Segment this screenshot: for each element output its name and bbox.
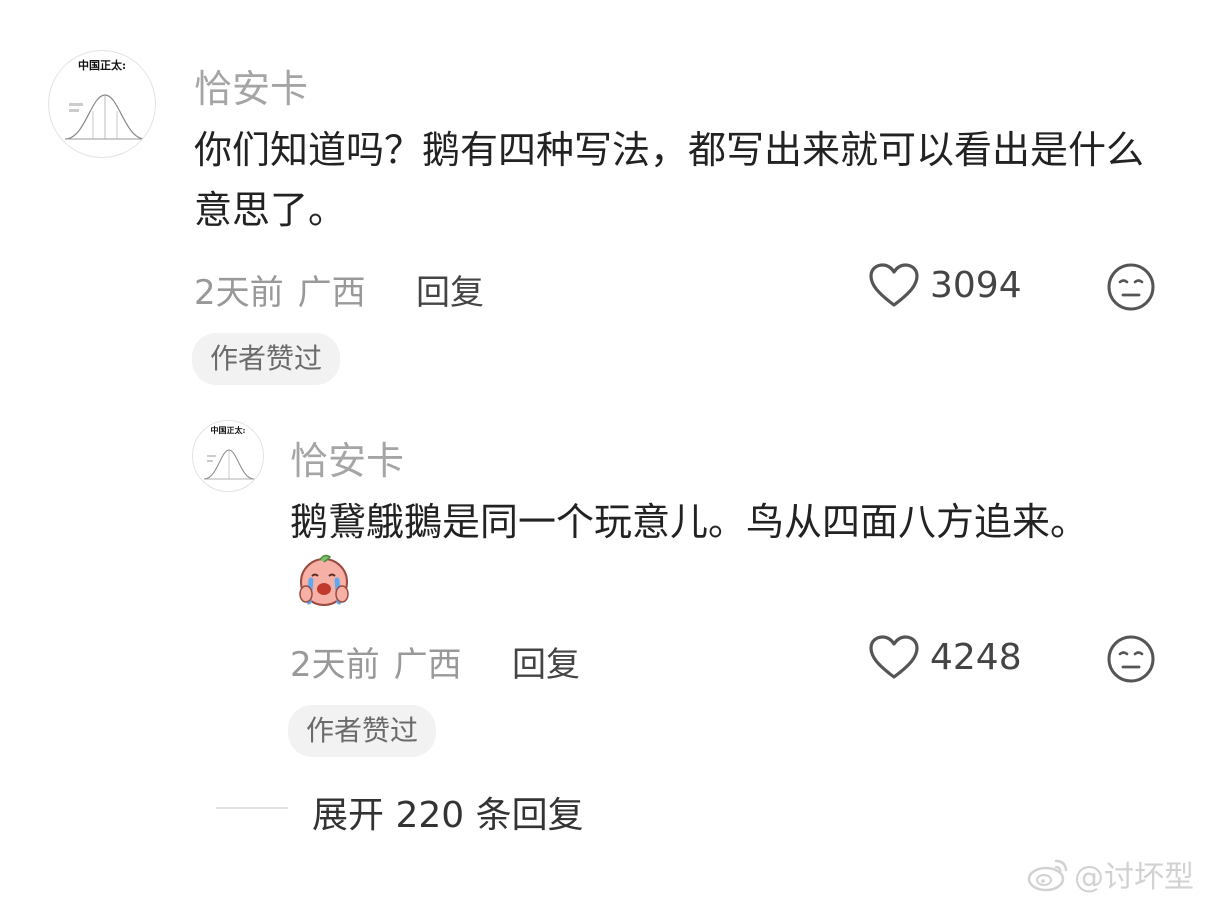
comment-text: 鹅鵞䳘鵝是同一个玩意儿。鸟从四面八方追来。 xyxy=(290,492,1110,613)
avatar-caption: 中国正太: xyxy=(210,425,246,435)
bell-curve-graphic xyxy=(64,94,146,140)
avatar-caption: 中国正太: xyxy=(77,59,127,72)
author-liked-badge: 作者赞过 xyxy=(288,705,437,757)
watermark-text: @讨坏型 xyxy=(1074,860,1194,895)
comment-text: 你们知道吗？鹅有四种写法，都写出来就可以看出是什么意思了。 xyxy=(194,128,1145,232)
watermark: @讨坏型 xyxy=(1026,852,1194,896)
comment-body: 鹅鵞䳘鵝是同一个玩意儿。鸟从四面八方追来。 xyxy=(290,500,1089,544)
avatar[interactable]: 中国正太: xyxy=(48,50,156,158)
comment-meta: 2天前 广西 xyxy=(290,637,462,686)
like-count: 3094 xyxy=(930,264,1022,306)
comment-meta: 2天前 广西 xyxy=(194,265,366,314)
timestamp: 2天前 xyxy=(194,273,284,313)
location: 广西 xyxy=(393,645,462,685)
bell-curve-graphic xyxy=(203,449,255,480)
heart-outline-icon xyxy=(869,635,919,679)
reply-button[interactable]: 回复 xyxy=(512,637,580,686)
comment-thread: 中国正太: 恰安卡 你们知道吗？鹅有四种写法，都写出来就可以看出是什么意思了。 … xyxy=(0,0,1206,904)
avatar[interactable]: 中国正太: xyxy=(192,420,264,492)
meh-face-icon[interactable] xyxy=(1106,262,1156,312)
heart-outline-icon xyxy=(869,263,919,307)
reply-button[interactable]: 回复 xyxy=(416,265,484,314)
location: 广西 xyxy=(297,273,366,313)
username[interactable]: 恰安卡 xyxy=(194,58,308,113)
like-button[interactable]: 3094 xyxy=(868,262,1022,308)
weibo-logo-icon xyxy=(1027,859,1068,892)
crying-face-sticker xyxy=(299,554,349,606)
expand-divider xyxy=(216,807,288,809)
expand-replies-button[interactable]: 展开 220 条回复 xyxy=(312,786,584,838)
like-count: 4248 xyxy=(930,636,1022,678)
username[interactable]: 恰安卡 xyxy=(290,430,404,485)
like-button[interactable]: 4248 xyxy=(868,634,1022,680)
timestamp: 2天前 xyxy=(290,645,380,685)
meh-face-icon[interactable] xyxy=(1106,634,1156,684)
author-liked-badge: 作者赞过 xyxy=(192,333,341,385)
